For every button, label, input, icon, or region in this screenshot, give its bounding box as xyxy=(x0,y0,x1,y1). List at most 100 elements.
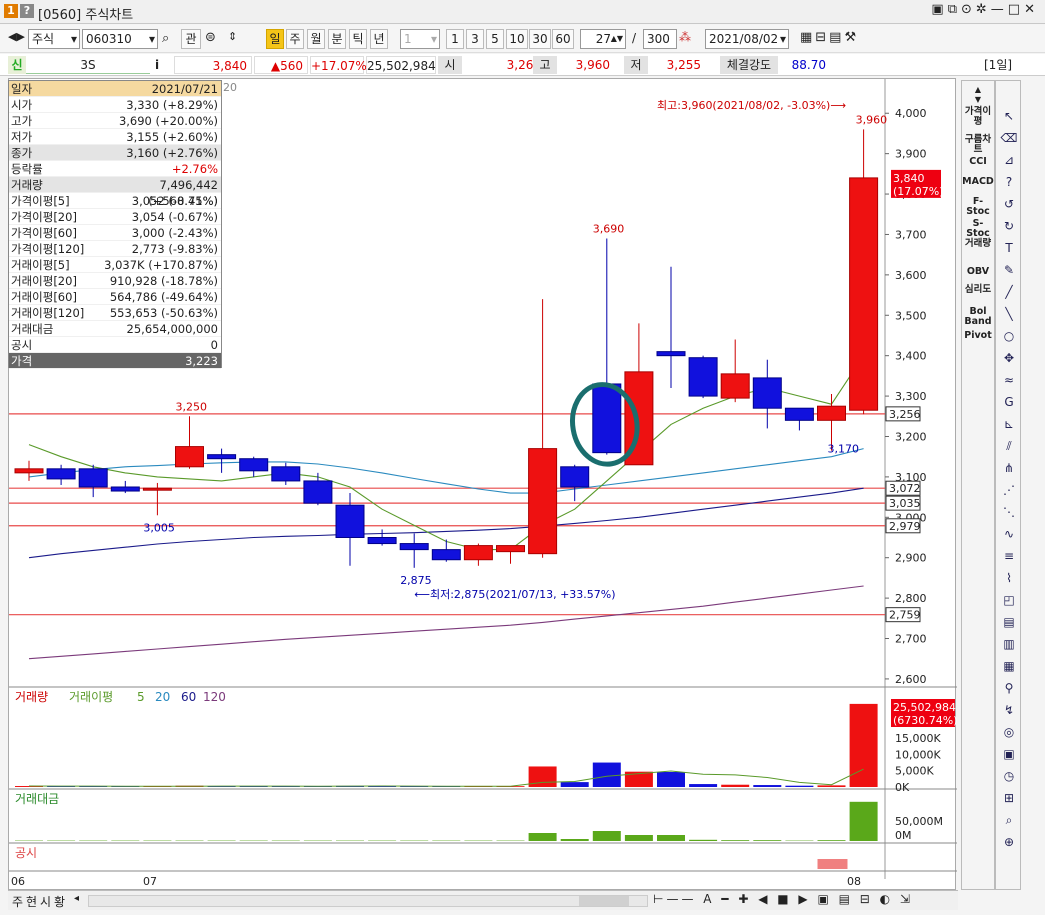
info-key: 거래이평[120] xyxy=(9,305,97,320)
refresh-icon[interactable]: ⁂ xyxy=(679,30,691,44)
scroll-left-icon[interactable]: ◂ xyxy=(74,893,79,904)
date-picker[interactable]: 2021/08/02 ▾ xyxy=(705,29,789,49)
tab-hwang[interactable]: 황 xyxy=(54,893,65,910)
interval-10[interactable]: 10 xyxy=(506,29,528,49)
drawing-tool-icon[interactable]: ↯ xyxy=(1000,701,1018,719)
notice-legend: 공시 xyxy=(15,846,37,860)
period-tick[interactable]: 틱 xyxy=(349,29,367,49)
minimize-icon[interactable]: — xyxy=(991,2,1008,17)
period-day[interactable]: 일 xyxy=(266,29,284,49)
tab-si[interactable]: 시 xyxy=(40,893,51,910)
interval-30[interactable]: 30 xyxy=(529,29,551,49)
indicator-8[interactable]: 심리도 xyxy=(962,285,994,295)
drawing-tool-icon[interactable]: ⌕ xyxy=(1000,811,1018,829)
count-input[interactable]: 27 ▲▼ xyxy=(580,29,626,49)
drawing-tool-icon[interactable]: ⚲ xyxy=(1000,679,1018,697)
drawing-tool-icon[interactable]: ⋱ xyxy=(1000,503,1018,521)
drawing-tool-icon[interactable]: ⌫ xyxy=(1000,129,1018,147)
candle-body xyxy=(560,466,590,488)
indicator-1[interactable]: 구름차트 xyxy=(962,135,994,155)
maximize-icon[interactable]: □ xyxy=(1008,2,1024,17)
indicator-5[interactable]: S-Stoc xyxy=(962,219,994,239)
drawing-tool-icon[interactable]: ↻ xyxy=(1000,217,1018,235)
pin-icon[interactable]: ▣ xyxy=(931,2,947,17)
window-badge[interactable]: 1 xyxy=(4,4,18,18)
period-minute[interactable]: 분 xyxy=(328,29,346,49)
drawing-tool-icon[interactable]: ◷ xyxy=(1000,767,1018,785)
interval-3[interactable]: 3 xyxy=(466,29,484,49)
drawing-tool-icon[interactable]: ⋔ xyxy=(1000,459,1018,477)
price-tick-label: 3,400 xyxy=(895,350,927,363)
indicator-3[interactable]: MACD xyxy=(962,177,994,187)
amount-tick-label: 0M xyxy=(895,829,912,842)
indicator-6[interactable]: 거래량 xyxy=(962,239,994,249)
nav-arrows[interactable]: ◀▶ xyxy=(8,30,25,43)
period-year[interactable]: 년 xyxy=(370,29,388,49)
updown-icon[interactable]: ⇕ xyxy=(228,30,237,43)
drawing-tool-icon[interactable]: ▦ xyxy=(1000,657,1018,675)
indicator-2[interactable]: CCI xyxy=(962,157,994,167)
drawing-tool-icon[interactable]: ╲ xyxy=(1000,305,1018,323)
drawing-tool-icon[interactable]: ╱ xyxy=(1000,283,1018,301)
settings-icon[interactable]: ✲ xyxy=(976,2,991,17)
indicator-10[interactable]: Pivot xyxy=(962,331,994,341)
x-axis-label: 07 xyxy=(143,875,157,888)
drawing-tool-icon[interactable]: ? xyxy=(1000,173,1018,191)
drawing-tool-icon[interactable]: ↺ xyxy=(1000,195,1018,213)
drawing-tool-icon[interactable]: G xyxy=(1000,393,1018,411)
chart-tools-icons[interactable]: ⊢—— A ━ ✚ ◀ ■ ▶ ▣ ▤ ⊟ ◐ ⇲ xyxy=(653,892,913,906)
drawing-tool-icon[interactable]: ⊾ xyxy=(1000,415,1018,433)
sidebar-scroll-down-icon[interactable]: ▼ xyxy=(962,95,994,105)
sidebar-scroll-up-icon[interactable]: ▲ xyxy=(962,85,994,95)
code-input[interactable]: 060310 ▾ xyxy=(82,29,158,49)
market-select[interactable]: 주식 ▾ xyxy=(28,29,80,49)
drawing-tool-icon[interactable]: ▥ xyxy=(1000,635,1018,653)
drawing-tool-icon[interactable]: ✥ xyxy=(1000,349,1018,367)
drawing-tool-icon[interactable]: ⊿ xyxy=(1000,151,1018,169)
amount-bar xyxy=(657,835,685,841)
interval-60[interactable]: 60 xyxy=(552,29,574,49)
indicator-4[interactable]: F-Stoc xyxy=(962,197,994,217)
drawing-tool-icon[interactable]: ▤ xyxy=(1000,613,1018,631)
drawing-tool-icon[interactable]: ▣ xyxy=(1000,745,1018,763)
candle-body xyxy=(399,543,429,551)
link-icon[interactable]: ⊜ xyxy=(205,30,216,45)
copy-icon[interactable]: ⧉ xyxy=(948,2,961,17)
drawing-tool-icon[interactable]: ⌇ xyxy=(1000,569,1018,587)
drawing-tool-icon[interactable]: ✎ xyxy=(1000,261,1018,279)
horizontal-scrollbar[interactable] xyxy=(88,895,648,907)
tab-ju[interactable]: 주 xyxy=(12,893,23,910)
interval-1[interactable]: 1 xyxy=(446,29,464,49)
volume-ma120-legend: 120 xyxy=(203,690,226,704)
drawing-tool-icon[interactable]: ⊞ xyxy=(1000,789,1018,807)
search-icon[interactable]: ⌕ xyxy=(162,31,169,46)
bottom-bar: 주 현 시 황 ◂ ⊢—— A ━ ✚ ◀ ■ ▶ ▣ ▤ ⊟ ◐ ⇲ xyxy=(8,890,958,910)
interval-5[interactable]: 5 xyxy=(486,29,504,49)
period-month[interactable]: 월 xyxy=(307,29,325,49)
interval-select[interactable]: 1 ▾ xyxy=(400,29,440,49)
info-button[interactable]: i xyxy=(155,56,167,74)
total-input[interactable]: 300 xyxy=(643,29,677,49)
drawing-tool-icon[interactable]: ≈ xyxy=(1000,371,1018,389)
drawing-tool-icon[interactable]: ⋰ xyxy=(1000,481,1018,499)
capture-icon[interactable]: ⊙ xyxy=(961,2,976,17)
indicator-9[interactable]: Bol Band xyxy=(962,307,994,327)
drawing-tool-icon[interactable]: ◰ xyxy=(1000,591,1018,609)
tab-hyeon[interactable]: 현 xyxy=(26,893,37,910)
close-icon[interactable]: ✕ xyxy=(1024,2,1039,17)
drawing-tool-icon[interactable]: ◎ xyxy=(1000,723,1018,741)
indicator-0[interactable]: 가격이평 xyxy=(962,107,994,127)
drawing-tool-icon[interactable]: T xyxy=(1000,239,1018,257)
toolbar-icons[interactable]: ▦⊟▤⚒ xyxy=(800,30,859,45)
drawing-tool-icon[interactable]: ≡ xyxy=(1000,547,1018,565)
drawing-tool-icon[interactable]: ↖ xyxy=(1000,107,1018,125)
drawing-tool-icon[interactable]: ⊕ xyxy=(1000,833,1018,851)
drawing-tool-icon[interactable]: ○ xyxy=(1000,327,1018,345)
gwan-button[interactable]: 관 xyxy=(181,29,201,49)
help-icon[interactable]: ? xyxy=(20,4,34,18)
drawing-tool-icon[interactable]: ∿ xyxy=(1000,525,1018,543)
indicator-7[interactable]: OBV xyxy=(962,267,994,277)
drawing-tool-icon[interactable]: ⫽ xyxy=(1000,437,1018,455)
new-tag: 신 xyxy=(8,56,26,74)
period-week[interactable]: 주 xyxy=(286,29,304,49)
